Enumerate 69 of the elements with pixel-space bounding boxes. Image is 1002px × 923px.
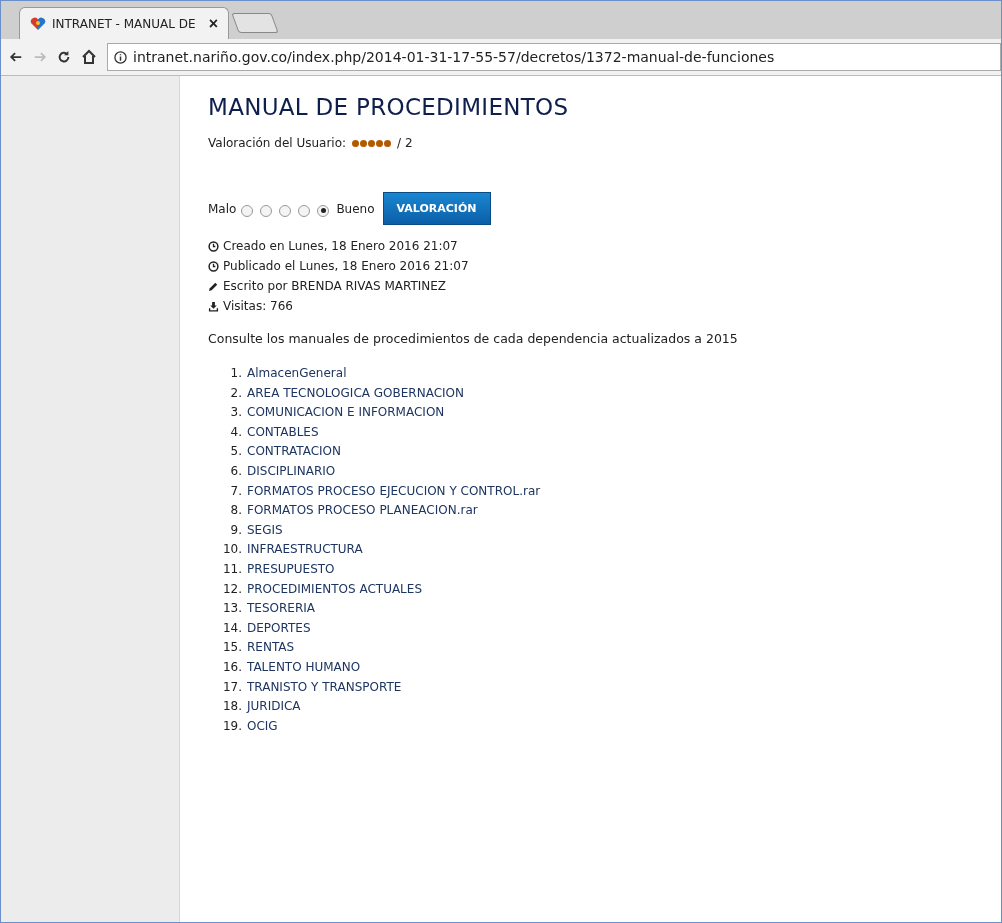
info-icon [114,50,127,64]
list-number: 2. [229,385,242,400]
list-number: 1. [229,366,242,380]
list-number: 17. [222,679,242,694]
list-number: 8. [229,503,242,518]
list-number: 9. [229,522,242,537]
list-number: 4. [229,424,242,439]
document-link[interactable]: CONTABLES [247,424,319,439]
back-button[interactable] [9,50,23,64]
list-number: 18. [222,699,242,714]
info-text: Escrito por BRENDA RIVAS MARTINEZ [223,279,447,293]
document-link[interactable]: PRESUPUESTO [247,561,335,576]
rating-radio[interactable] [241,204,254,217]
rating-radio[interactable] [317,204,330,217]
document-link[interactable]: AREA TECNOLOGICA GOBERNACION [247,385,465,400]
new-tab-button[interactable] [231,13,279,33]
document-link[interactable]: TRANISTO Y TRANSPORTE [247,679,402,694]
document-link[interactable]: PROCEDIMIENTOS ACTUALES [247,581,422,596]
document-link[interactable]: DISCIPLINARIO [247,463,336,478]
url-text: intranet.nariño.gov.co/index.php/2014-01-31-17-55-57/decretos/1372-manual-de-funciones [133,49,775,65]
reload-button[interactable] [57,50,71,64]
list-number: 12. [222,581,242,596]
clock-icon [208,240,219,252]
vote-high-label: Bueno [336,201,375,216]
document-link[interactable]: COMUNICACION E INFORMACION [247,405,445,420]
list-number: 19. [222,718,242,733]
document-link[interactable]: CONTRATACION [247,444,341,459]
list-number: 16. [222,659,242,674]
info-text: Creado en Lunes, 18 Enero 2016 21:07 [223,239,458,253]
heart-icon [30,16,46,31]
list-number: 11. [222,561,242,576]
rating-radio[interactable] [279,204,292,217]
document-link[interactable]: TALENTO HUMANO [247,659,361,674]
list-number: 15. [222,640,242,655]
document-link[interactable]: FORMATOS PROCESO EJECUCION Y CONTROL.rar [247,483,541,498]
address-bar[interactable]: intranet.nariño.gov.co/index.php/2014-01-31-17-55-57/decretos/1372-manual-de-funciones [107,43,1001,71]
document-link[interactable]: FORMATOS PROCESO PLANEACION.rar [247,503,478,518]
close-tab-button[interactable]: × [208,14,218,33]
rating-radio[interactable] [298,204,311,217]
home-button[interactable] [81,49,97,65]
list-number: 6. [229,463,242,478]
browser-tab[interactable]: INTRANET - MANUAL DE × [19,7,229,39]
list-number: 13. [222,601,242,616]
document-link[interactable]: JURIDICA [247,699,301,714]
document-link[interactable]: INFRAESTRUCTURA [247,542,363,557]
list-number: 5. [229,444,242,459]
info-text: Visitas: 766 [223,299,293,313]
pencil-icon [208,280,219,292]
document-link[interactable]: RENTAS [247,640,295,655]
clock-icon [208,260,219,272]
list-number: 7. [229,483,242,498]
list-number: 14. [222,620,242,635]
rating-count: / 2 [397,136,413,150]
vote-low-label: Malo [208,201,237,216]
document-link[interactable]: AlmacenGeneral [247,366,347,380]
list-number: 10. [222,542,242,557]
rating-radio[interactable] [260,204,273,217]
info-text: Publicado el Lunes, 18 Enero 2016 21:07 [223,259,469,273]
intro-text: Consulte los manuales de procedimientos de cada dependencia actualizados a 2015 [208,331,739,346]
rating-label: Valoración del Usuario: [208,136,347,150]
list-number: 3. [229,405,242,420]
page-title: MANUAL DE PROCEDIMIENTOS [208,94,570,120]
vote-button[interactable]: VALORACIÓN [382,192,491,225]
document-link[interactable]: DEPORTES [247,620,311,635]
download-icon [208,300,219,312]
document-link[interactable]: SEGIS [247,522,283,537]
document-link[interactable]: TESORERIA [247,601,315,616]
tab-title: INTRANET - MANUAL DE [52,16,197,31]
document-link[interactable]: OCIG [247,718,278,733]
